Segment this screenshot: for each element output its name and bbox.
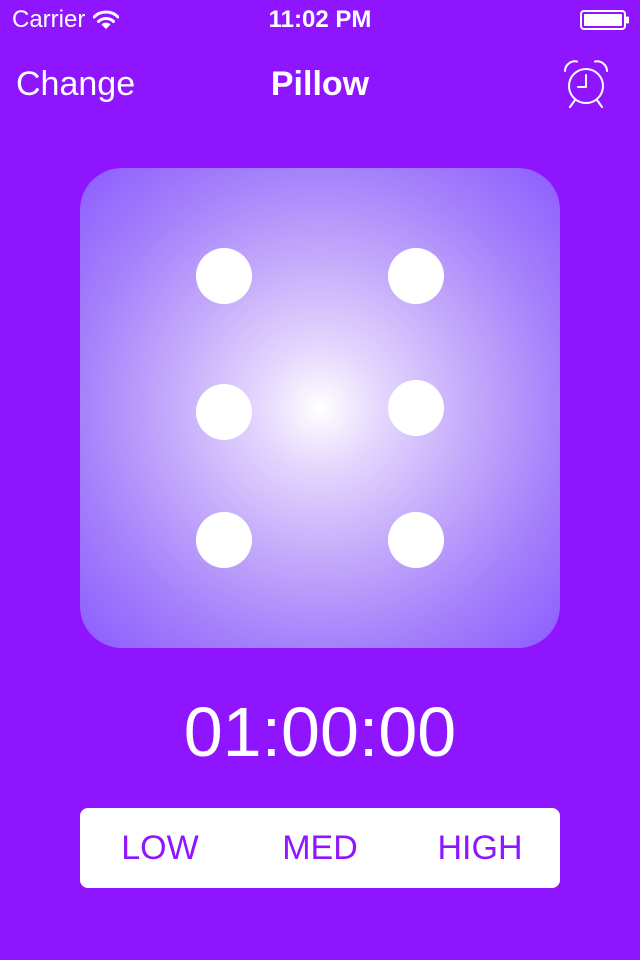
battery-icon [580,10,629,30]
dice-face[interactable] [80,168,560,648]
intensity-segmented-control: LOW MED HIGH [80,808,560,888]
segment-high[interactable]: HIGH [400,808,560,888]
die-pip [196,384,252,440]
segment-med[interactable]: MED [240,808,400,888]
segment-low[interactable]: LOW [80,808,240,888]
die-pip [196,248,252,304]
die-pip [388,512,444,568]
timer-display: 01:00:00 [183,693,457,771]
status-time: 11:02 PM [268,6,372,33]
die-pip [196,512,252,568]
die-pip [388,248,444,304]
nav-bar: Change Pillow [0,40,640,128]
page-title: Pillow [270,65,370,103]
status-bar: Carrier 11:02 PM [0,0,640,40]
alarm-clock-icon[interactable] [558,56,614,112]
die-pip [388,380,444,436]
